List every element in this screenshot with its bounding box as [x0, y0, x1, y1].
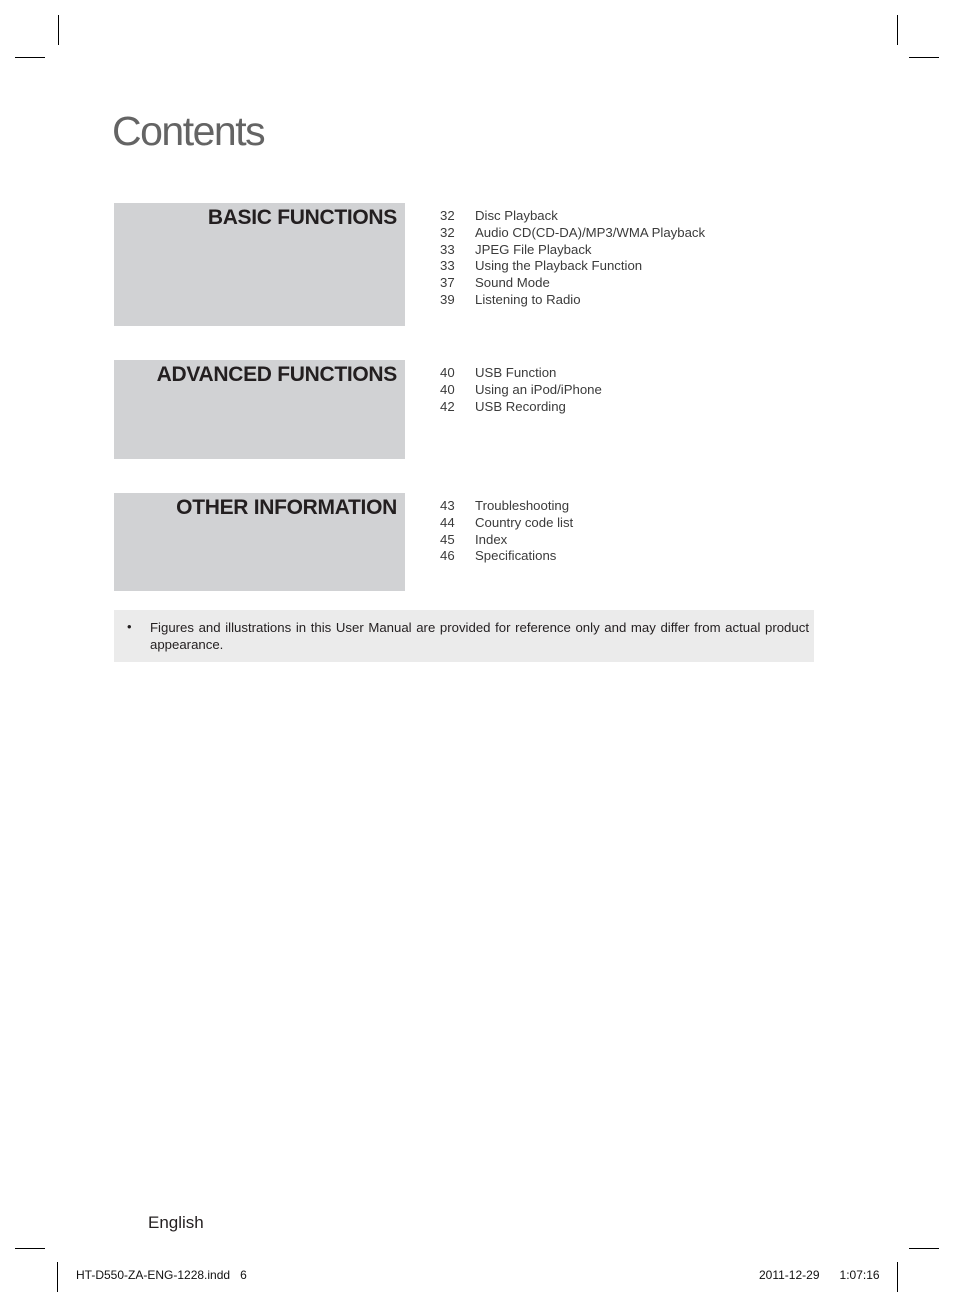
toc-item[interactable]: 33 Using the Playback Function	[440, 258, 705, 275]
toc-item[interactable]: 40 Using an iPod/iPhone	[440, 382, 602, 399]
section-panel: OTHER INFORMATION	[114, 493, 405, 591]
section-title: OTHER INFORMATION	[176, 496, 397, 519]
section-other-information: OTHER INFORMATION 43 Troubleshooting 44 Co…	[114, 493, 814, 591]
toc-item[interactable]: 46 Specifications	[440, 548, 573, 565]
section-basic-functions: BASIC FUNCTIONS 32 Disc Playback 32 Audio …	[114, 203, 814, 326]
toc-item[interactable]: 37 Sound Mode	[440, 275, 705, 292]
slug-date: 2011-12-29	[759, 1268, 820, 1282]
crop-mark-top-right-horizontal	[909, 57, 939, 58]
toc-page-number: 33	[440, 258, 455, 274]
crop-mark-top-left-vertical	[58, 15, 59, 45]
toc-item[interactable]: 32 Disc Playback	[440, 208, 705, 225]
crop-mark-bottom-right-vertical	[897, 1262, 898, 1292]
toc-page-number: 44	[440, 514, 455, 530]
crop-mark-bottom-left-horizontal	[15, 1248, 45, 1249]
crop-mark-bottom-left-vertical	[57, 1262, 58, 1292]
bullet-icon: •	[127, 619, 132, 634]
print-slug-timestamp: 2011-12-29 1:07:16	[759, 1268, 880, 1282]
toc-page-number: 45	[440, 531, 455, 547]
section-advanced-functions: ADVANCED FUNCTIONS 40 USB Function 40 Usin…	[114, 360, 814, 459]
toc-item[interactable]: 42 USB Recording	[440, 399, 602, 416]
section-title: BASIC FUNCTIONS	[207, 206, 397, 229]
toc-page-number: 40	[440, 365, 455, 380]
language-label: English	[148, 1213, 204, 1232]
toc-page-number: 32	[440, 208, 455, 223]
toc-label: Using an iPod/iPhone	[475, 381, 602, 397]
toc-list: 32 Disc Playback 32 Audio CD(CD-DA)/MP3/WM…	[440, 208, 705, 309]
toc-label: Country code list	[475, 514, 574, 530]
toc-label: Sound Mode	[475, 275, 550, 291]
toc-list: 40 USB Function 40 Using an iPod/iPhone 42…	[440, 365, 602, 415]
slug-time: 1:07:16	[839, 1268, 880, 1282]
toc-list: 43 Troubleshooting 44 Country code list 45…	[440, 498, 573, 565]
crop-mark-top-left-horizontal	[15, 57, 45, 58]
toc-label: Disc Playback	[475, 208, 558, 223]
toc-item[interactable]: 32 Audio CD(CD-DA)/MP3/WMA Playback	[440, 225, 705, 242]
toc-page-number: 33	[440, 241, 455, 257]
toc-item[interactable]: 39 Listening to Radio	[440, 292, 705, 309]
crop-mark-bottom-right-horizontal	[909, 1248, 939, 1249]
toc-page-number: 32	[440, 224, 455, 240]
toc-label: Using the Playback Function	[475, 258, 643, 274]
toc-label: JPEG File Playback	[475, 241, 592, 257]
section-title: ADVANCED FUNCTIONS	[156, 363, 398, 386]
note-box: • Figures and illustrations in this User…	[114, 610, 814, 662]
section-panel: BASIC FUNCTIONS	[114, 203, 405, 326]
note-text: Figures and illustrations in this User M…	[150, 620, 809, 652]
toc-item[interactable]: 44 Country code list	[440, 515, 573, 532]
toc-page-number: 40	[440, 381, 455, 397]
toc-page-number: 46	[440, 548, 455, 564]
toc-item[interactable]: 43 Troubleshooting	[440, 498, 573, 515]
toc-label: Troubleshooting	[475, 498, 570, 513]
slug-page-number: 6	[240, 1268, 247, 1282]
toc-label: Specifications	[475, 548, 557, 564]
toc-item[interactable]: 45 Index	[440, 532, 573, 549]
toc-item[interactable]: 40 USB Function	[440, 365, 602, 382]
slug-filename: HT-D550-ZA-ENG-1228.indd	[76, 1268, 231, 1282]
toc-page-number: 37	[440, 275, 455, 291]
toc-item[interactable]: 33 JPEG File Playback	[440, 242, 705, 259]
page-title: Contents	[112, 108, 266, 154]
toc-page-number: 43	[440, 498, 455, 513]
toc-page-number: 39	[440, 291, 455, 307]
toc-label: USB Function	[475, 365, 557, 380]
toc-label: Audio CD(CD-DA)/MP3/WMA Playback	[475, 224, 706, 240]
section-panel: ADVANCED FUNCTIONS	[114, 360, 405, 459]
toc-page-number: 42	[440, 398, 455, 414]
toc-label: Index	[475, 531, 508, 547]
toc-label: USB Recording	[475, 398, 566, 414]
crop-mark-top-right-vertical	[897, 15, 898, 45]
toc-label: Listening to Radio	[475, 291, 581, 307]
print-slug-file: HT-D550-ZA-ENG-1228.indd 6	[76, 1268, 247, 1282]
